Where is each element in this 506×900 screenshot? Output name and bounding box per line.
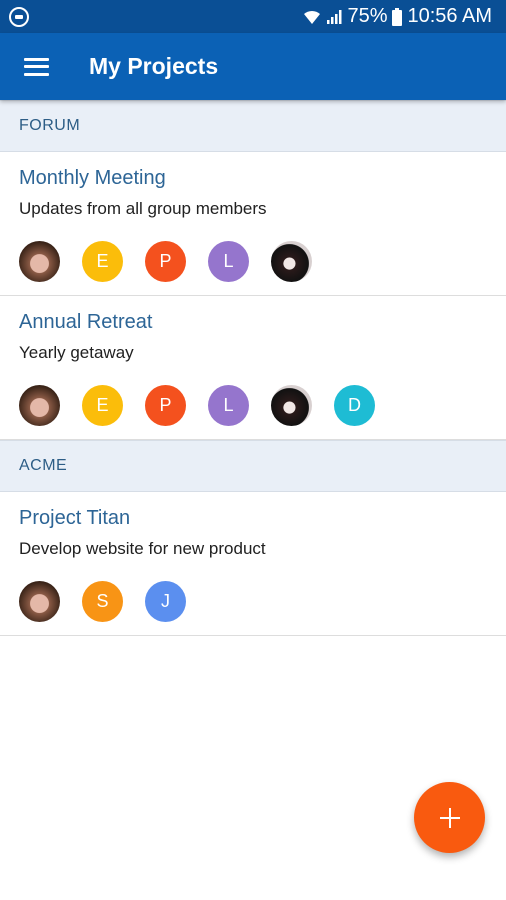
project-list: FORUM Monthly Meeting Updates from all gro… (0, 100, 506, 636)
notification-icon (9, 6, 29, 27)
member-initial-avatar[interactable]: J (145, 580, 186, 622)
user-photo-avatar[interactable] (19, 384, 60, 426)
project-title[interactable]: Annual Retreat (19, 296, 487, 334)
project-item[interactable]: Project Titan Develop website for new pro… (0, 492, 506, 636)
member-initial-avatar[interactable]: L (208, 240, 249, 282)
member-initial-avatar[interactable]: P (145, 384, 186, 426)
project-item[interactable]: Monthly Meeting Updates from all group me… (0, 152, 506, 296)
battery-icon (392, 7, 403, 26)
member-avatars: SJ (19, 567, 487, 635)
member-initial-avatar[interactable]: P (145, 240, 186, 282)
section-header: ACME (0, 440, 506, 492)
app-bar: My Projects (0, 33, 506, 100)
page-title: My Projects (89, 53, 219, 79)
user-photo-avatar[interactable] (271, 384, 312, 426)
member-avatars: EPL (19, 227, 487, 295)
member-initial-avatar[interactable]: E (82, 240, 123, 282)
user-photo-avatar[interactable] (19, 240, 60, 282)
project-item[interactable]: Annual Retreat Yearly getaway E P L D (0, 296, 506, 440)
hamburger-menu-icon[interactable] (0, 33, 72, 100)
project-description: Updates from all group members (19, 199, 267, 218)
member-initial-avatar[interactable]: E (82, 384, 123, 426)
member-avatars: EPL D (19, 371, 487, 439)
wifi-icon (304, 10, 321, 24)
section-header: FORUM (0, 100, 506, 152)
project-description: Yearly getaway (19, 343, 134, 362)
signal-icon (327, 9, 342, 24)
plus-icon (439, 807, 460, 828)
status-bar: 75% 10:56 AM (0, 0, 506, 33)
status-indicators: 75% 10:56 AM (303, 5, 492, 28)
project-description: Develop website for new product (19, 539, 266, 558)
member-initial-avatar[interactable]: D (334, 384, 375, 426)
project-title[interactable]: Monthly Meeting (19, 152, 487, 190)
member-initial-avatar[interactable]: L (208, 384, 249, 426)
member-initial-avatar[interactable]: S (82, 580, 123, 622)
status-time: 10:56 AM (407, 5, 492, 27)
add-project-button[interactable] (414, 782, 485, 853)
project-title[interactable]: Project Titan (19, 492, 487, 530)
user-photo-avatar[interactable] (271, 240, 312, 282)
battery-percent: 75% (347, 5, 388, 27)
user-photo-avatar[interactable] (19, 580, 60, 622)
